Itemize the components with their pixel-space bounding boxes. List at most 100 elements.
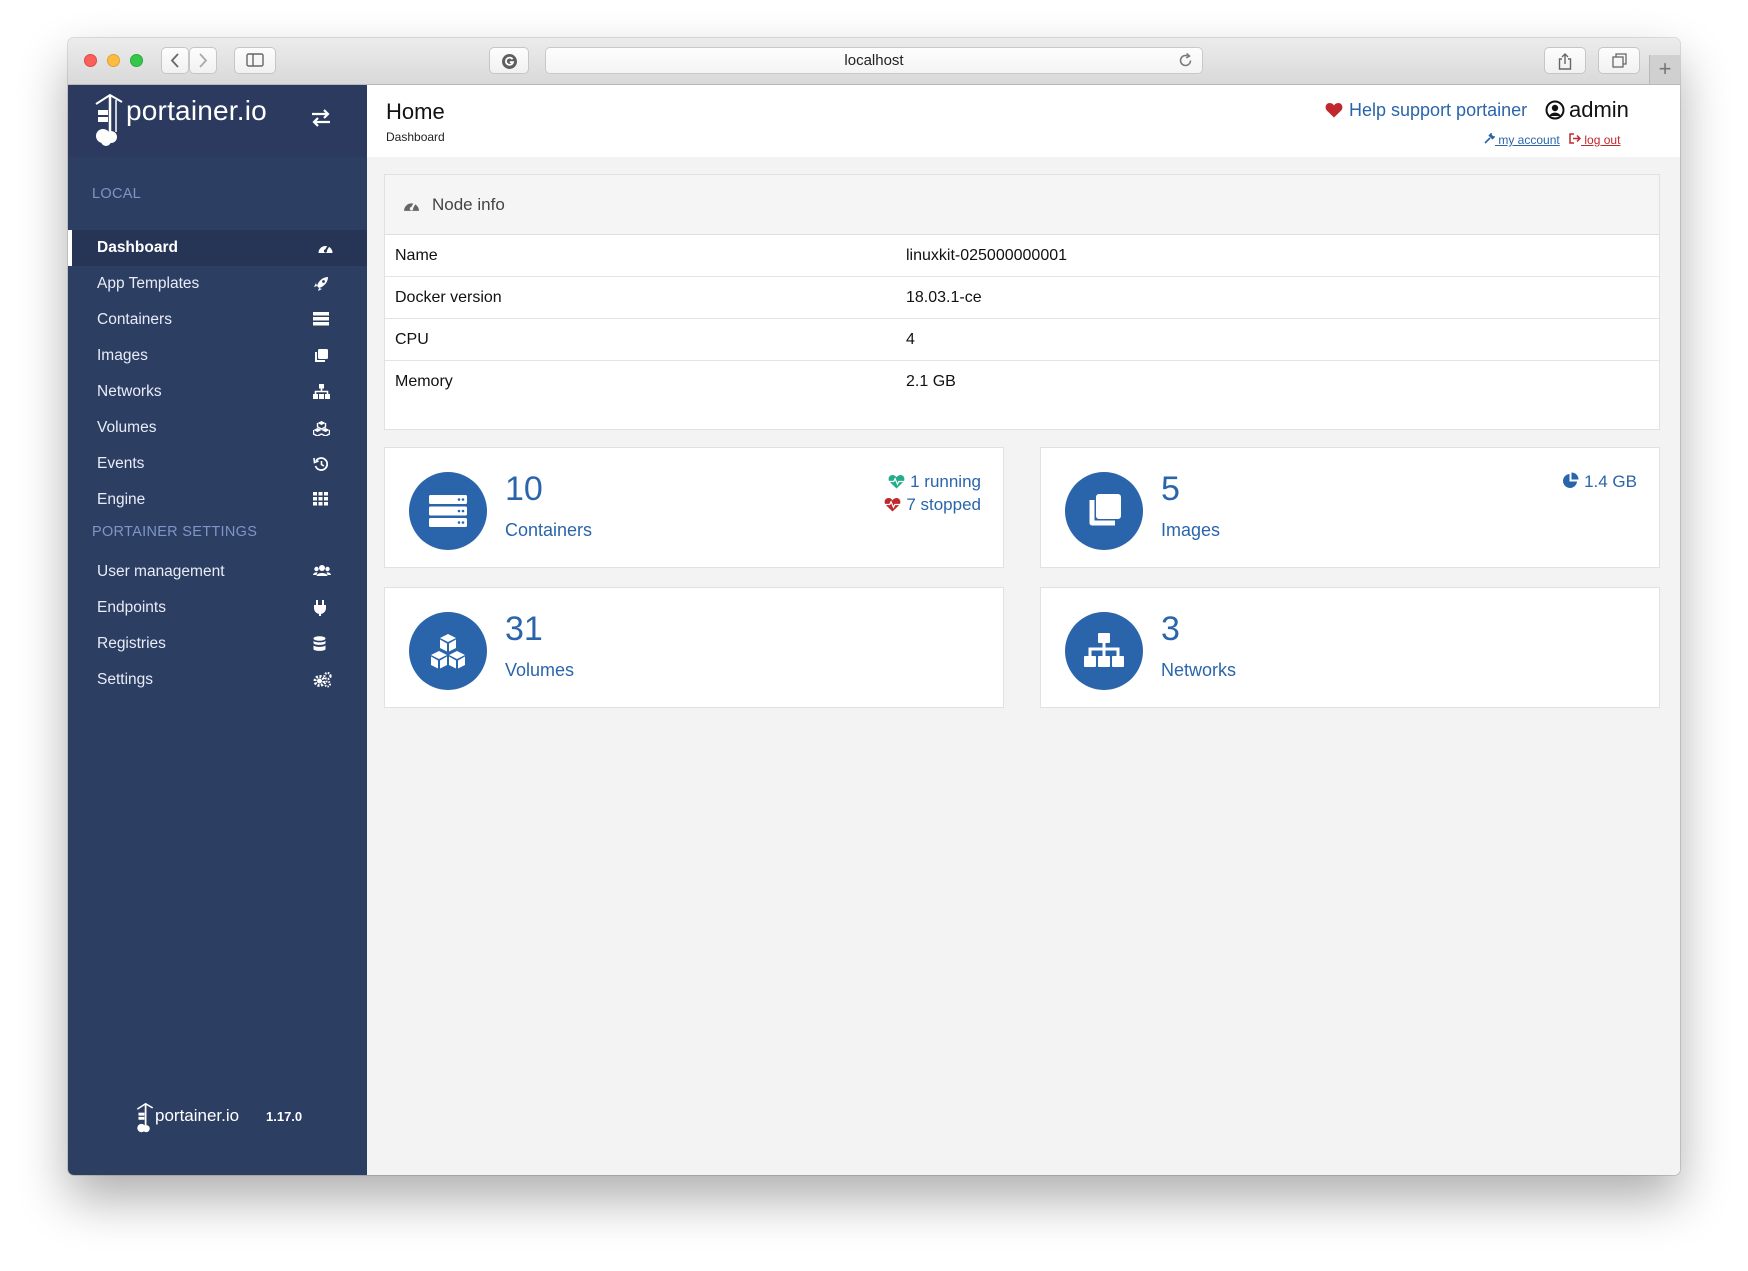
- user-links: my account log out: [1484, 132, 1620, 147]
- share-button[interactable]: [1544, 47, 1586, 74]
- info-row-cpu: CPU 4: [385, 319, 1659, 361]
- networks-badge: [1065, 612, 1143, 690]
- tachometer-icon: [318, 244, 333, 253]
- containers-badge: [409, 472, 487, 550]
- help-support-link[interactable]: Help support portainer: [1325, 100, 1527, 121]
- images-card[interactable]: 5 Images 1.4 GB: [1040, 447, 1660, 568]
- sidebar-item-label: Containers: [97, 311, 172, 328]
- volumes-count: 31: [505, 610, 543, 648]
- sidebar-item-networks[interactable]: Networks: [68, 374, 367, 410]
- node-info-title: Node info: [432, 195, 505, 214]
- grammarly-icon: [501, 54, 517, 69]
- sidebar-item-label: Volumes: [97, 419, 157, 436]
- browser-toolbar: localhost +: [68, 38, 1680, 85]
- sidebar-item-label: Events: [97, 455, 145, 472]
- url-text: localhost: [844, 52, 904, 69]
- share-icon: [1558, 53, 1572, 70]
- zoom-window-button[interactable]: [130, 54, 143, 67]
- logo-text[interactable]: portainer.io: [126, 95, 267, 127]
- clone-icon: [1089, 494, 1121, 526]
- version-label: 1.17.0: [266, 1109, 303, 1124]
- close-window-button[interactable]: [84, 54, 97, 67]
- clone-icon: [315, 349, 328, 362]
- main-content: Home Dashboard Help support portainer ad…: [367, 85, 1680, 1175]
- log-out-link[interactable]: log out: [1569, 133, 1620, 147]
- sidebar-header: portainer.io: [68, 85, 367, 157]
- networks-count: 3: [1161, 610, 1180, 648]
- info-key: Memory: [395, 373, 453, 390]
- page-title: Home: [386, 99, 445, 124]
- info-row-docker-version: Docker version 18.03.1-ce: [385, 277, 1659, 319]
- volumes-card[interactable]: 31 Volumes: [384, 587, 1004, 708]
- sidebar-item-events[interactable]: Events: [68, 446, 367, 482]
- sidebar-item-containers[interactable]: Containers: [68, 302, 367, 338]
- th-icon: [313, 492, 328, 506]
- address-bar[interactable]: localhost: [545, 47, 1203, 74]
- containers-running: 1 running: [888, 472, 981, 492]
- sidebar-item-label: Settings: [97, 671, 154, 688]
- chevron-left-icon: [170, 53, 179, 68]
- images-count: 5: [1161, 470, 1180, 508]
- tachometer-icon: [404, 201, 419, 211]
- database-icon: [313, 636, 326, 651]
- heartbeat-icon: [888, 474, 905, 489]
- sidebar-item-endpoints[interactable]: Endpoints: [68, 590, 367, 626]
- containers-card[interactable]: 10 Containers 1 running 7 stopped: [384, 447, 1004, 568]
- sign-out-icon: [1569, 133, 1582, 144]
- node-info-header: Node info: [385, 175, 1659, 235]
- sitemap-icon: [313, 384, 330, 399]
- server-icon: [429, 495, 467, 527]
- user-circle-icon: [1545, 100, 1565, 120]
- cubes-icon: [431, 634, 465, 669]
- info-value: 2.1 GB: [906, 373, 956, 390]
- show-tabs-button[interactable]: [1598, 47, 1640, 74]
- back-button[interactable]: [161, 47, 189, 74]
- wrench-icon: [1484, 132, 1496, 144]
- my-account-link[interactable]: my account: [1484, 132, 1560, 147]
- sidebar-item-dashboard[interactable]: Dashboard: [68, 230, 367, 266]
- containers-count: 10: [505, 470, 543, 508]
- sidebar-item-settings[interactable]: Settings: [68, 662, 367, 698]
- portainer-logo-icon[interactable]: [94, 92, 124, 146]
- info-value: 18.03.1-ce: [906, 289, 982, 306]
- chevron-right-icon: [199, 53, 208, 68]
- sidebar-item-label: App Templates: [97, 275, 200, 292]
- cubes-icon: [313, 421, 330, 436]
- info-value: 4: [906, 331, 915, 348]
- sidebar-item-volumes[interactable]: Volumes: [68, 410, 367, 446]
- networks-card[interactable]: 3 Networks: [1040, 587, 1660, 708]
- sidebar-item-registries[interactable]: Registries: [68, 626, 367, 662]
- user-menu: admin: [1545, 97, 1629, 123]
- minimize-window-button[interactable]: [107, 54, 120, 67]
- rocket-icon: [314, 277, 328, 291]
- section-title-local: LOCAL: [92, 186, 142, 202]
- sidebar-toggle-button[interactable]: [234, 47, 276, 74]
- sidebar-item-user-management[interactable]: User management: [68, 554, 367, 590]
- info-value: linuxkit-025000000001: [906, 247, 1068, 264]
- new-tab-button[interactable]: +: [1649, 55, 1680, 84]
- portainer-logo-icon: [136, 1102, 154, 1133]
- info-key: CPU: [395, 331, 429, 348]
- plug-icon: [314, 600, 326, 616]
- exchange-icon[interactable]: [311, 109, 331, 127]
- reload-icon[interactable]: [1178, 53, 1193, 68]
- history-icon: [313, 457, 329, 471]
- info-key: Name: [395, 247, 438, 264]
- footer-logo-text: portainer.io: [155, 1106, 240, 1125]
- sidebar-item-app-templates[interactable]: App Templates: [68, 266, 367, 302]
- images-size-text: 1.4 GB: [1584, 472, 1637, 491]
- sidebar-item-engine[interactable]: Engine: [68, 482, 367, 518]
- containers-stopped: 7 stopped: [884, 495, 981, 515]
- containers-label: Containers: [505, 520, 593, 540]
- sidebar-item-label: Dashboard: [97, 239, 178, 256]
- node-info-panel: Node info Name linuxkit-025000000001 Doc…: [384, 174, 1660, 430]
- forward-button[interactable]: [189, 47, 217, 74]
- info-row-name: Name linuxkit-025000000001: [385, 235, 1659, 277]
- stopped-text: 7 stopped: [906, 495, 981, 514]
- page-header: Home Dashboard Help support portainer ad…: [367, 85, 1680, 157]
- sidebar-icon: [246, 53, 264, 67]
- info-key: Docker version: [395, 289, 502, 306]
- sitemap-icon: [1084, 633, 1124, 667]
- extension-button[interactable]: [489, 47, 529, 74]
- sidebar-item-images[interactable]: Images: [68, 338, 367, 374]
